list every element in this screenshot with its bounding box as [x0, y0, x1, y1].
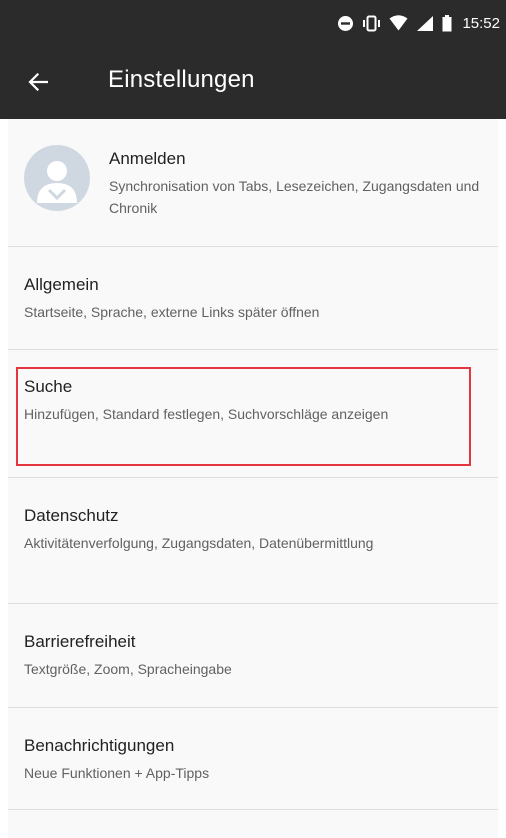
settings-item-title: Barrierefreiheit [24, 632, 136, 651]
settings-list: Anmelden Synchronisation von Tabs, Lesez… [8, 119, 498, 838]
do-not-disturb-icon [337, 15, 354, 32]
settings-item-subtitle: Hinzufügen, Standard festlegen, Suchvors… [24, 406, 389, 422]
back-button[interactable] [22, 68, 54, 100]
settings-item-general[interactable]: Allgemein Startseite, Sprache, externe L… [8, 247, 498, 349]
settings-item-subtitle: Neue Funktionen + App-Tipps [24, 765, 210, 781]
settings-item-title: Benachrichtigungen [24, 736, 175, 755]
sign-in-row[interactable]: Anmelden Synchronisation von Tabs, Lesez… [8, 119, 498, 246]
status-time: 15:52 [462, 14, 500, 32]
settings-item-privacy[interactable]: Datenschutz Aktivitätenverfolgung, Zugan… [8, 478, 498, 603]
settings-item-accessibility[interactable]: Barrierefreiheit Textgröße, Zoom, Sprach… [8, 604, 498, 707]
toolbar: Einstellungen [0, 46, 506, 119]
settings-item-title: Allgemein [24, 275, 99, 294]
status-bar: 15:52 [0, 0, 506, 46]
settings-item-subtitle: Textgröße, Zoom, Spracheingabe [24, 661, 232, 677]
settings-item-title: Suche [24, 377, 73, 396]
sign-in-title: Anmelden [109, 149, 186, 168]
screen: 15:52 Einstellungen Anmelden Synchronisa… [0, 0, 506, 838]
person-icon [24, 161, 90, 211]
avatar [24, 145, 90, 211]
signal-icon [416, 15, 434, 32]
wifi-icon [389, 15, 408, 31]
settings-item-search[interactable]: Suche Hinzufügen, Standard festlegen, Su… [8, 350, 498, 477]
arrow-left-icon [28, 72, 49, 96]
battery-icon [442, 14, 452, 32]
settings-item-notifications[interactable]: Benachrichtigungen Neue Funktionen + App… [8, 708, 498, 809]
page-title: Einstellungen [108, 66, 255, 93]
vibrate-icon [362, 15, 381, 32]
sign-in-subtitle: Synchronisation von Tabs, Lesezeichen, Z… [109, 178, 480, 216]
settings-item-subtitle: Startseite, Sprache, externe Links späte… [24, 304, 320, 320]
settings-item-title: Datenschutz [24, 506, 119, 525]
divider [8, 809, 498, 810]
status-icons: 15:52 [337, 12, 500, 34]
settings-item-subtitle: Aktivitätenverfolgung, Zugangsdaten, Dat… [24, 535, 374, 551]
